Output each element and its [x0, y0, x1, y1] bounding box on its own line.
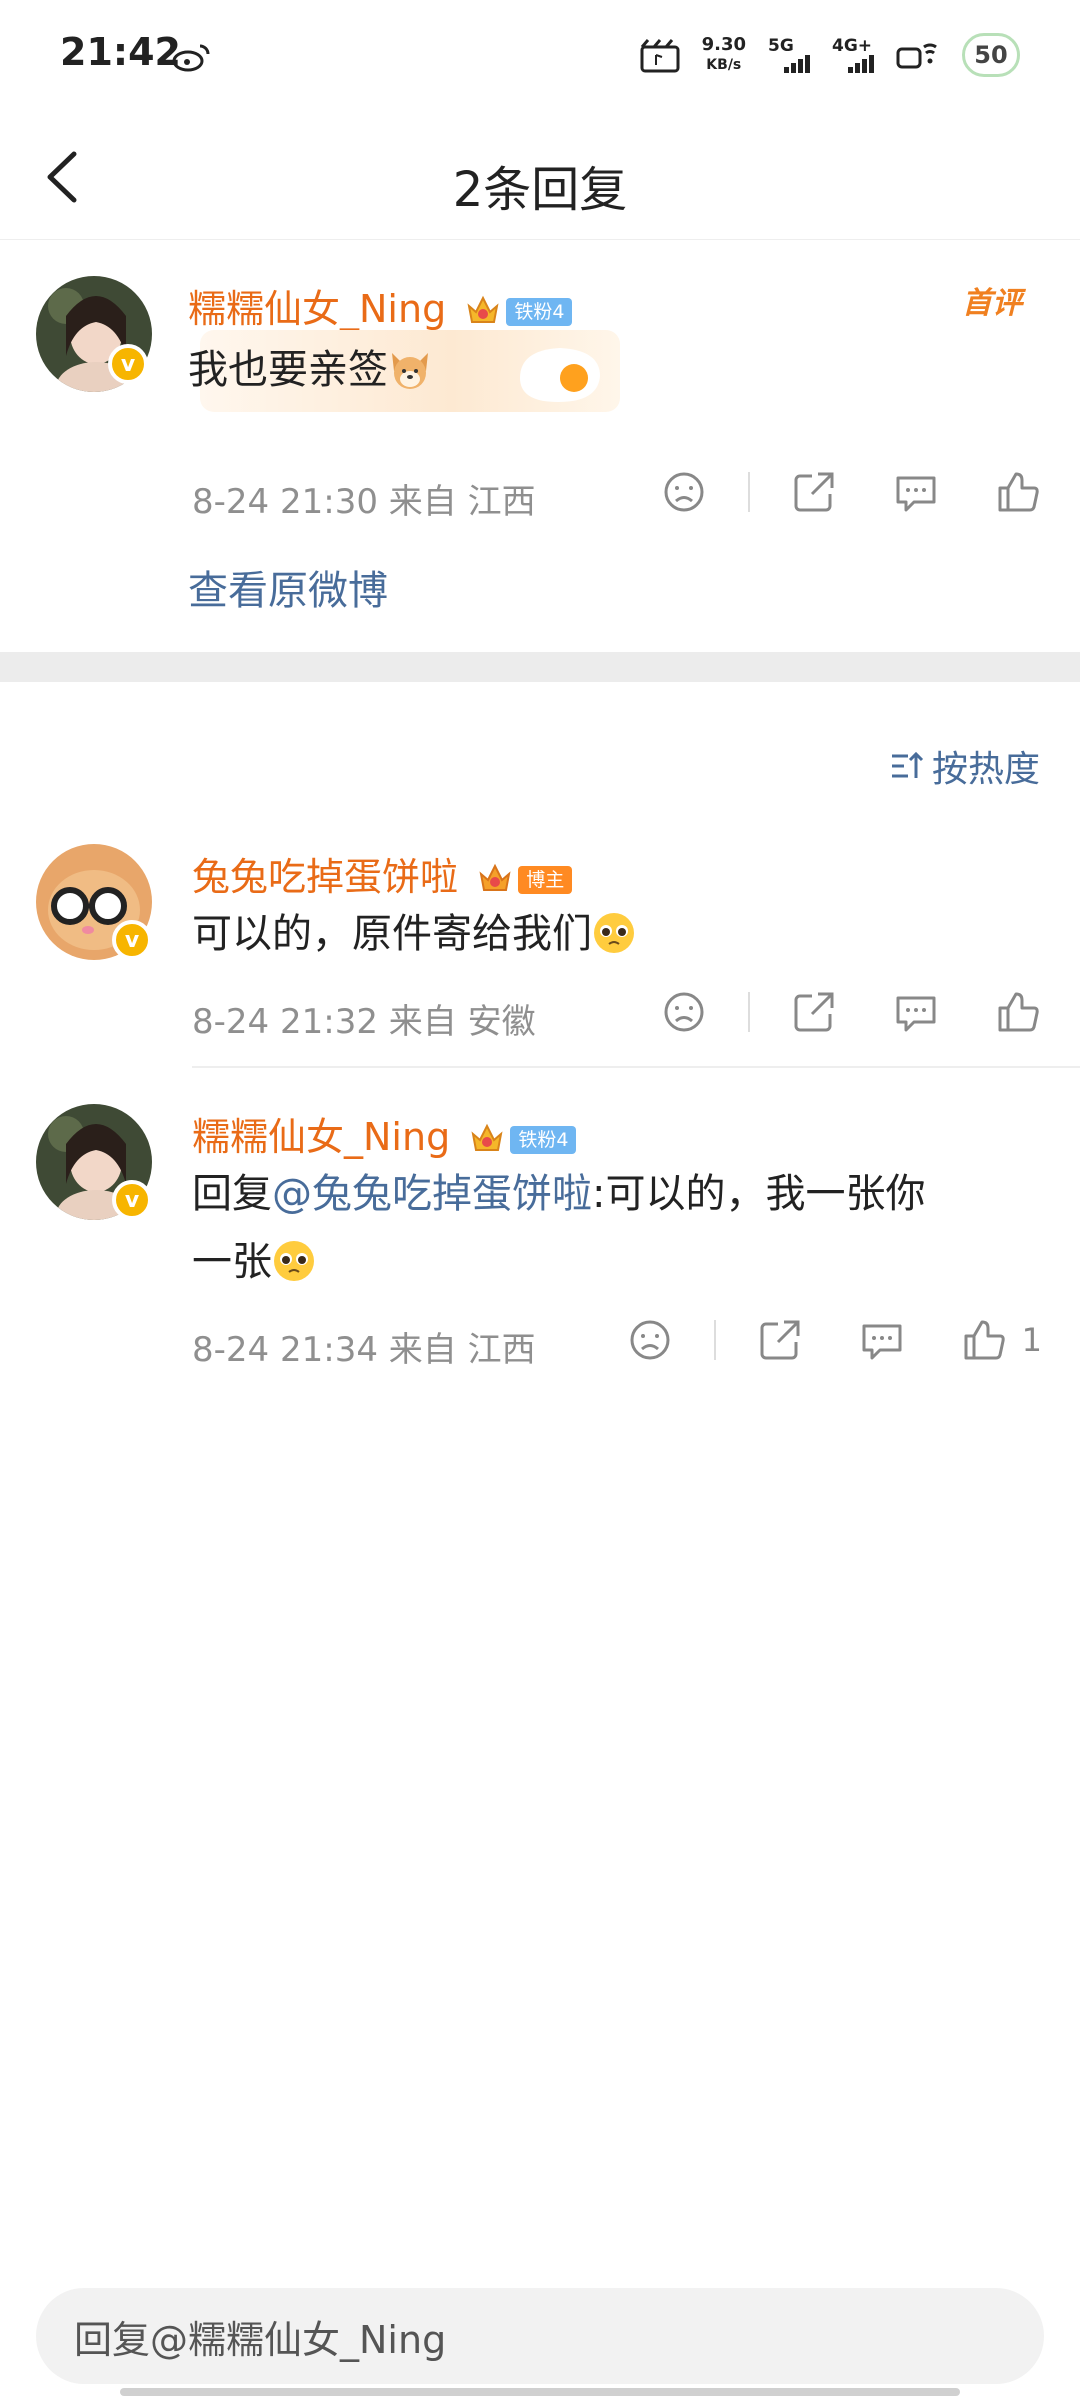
battery-level: 50 [974, 41, 1008, 69]
share-icon[interactable] [790, 988, 838, 1036]
gesture-nav-bar[interactable] [120, 2388, 960, 2396]
reply-prefix: 回复 [192, 1171, 272, 1217]
fan-level-badge: 铁粉4 [510, 1126, 577, 1154]
like-icon[interactable] [994, 988, 1042, 1036]
section-divider [0, 652, 1080, 682]
timestamp-location: 8-24 21:32 来自 安徽 [192, 1002, 536, 1042]
original-comment: v 糯糯仙女_Ning 铁粉4 首评 我也要亲签 8-24 21:30 来自 江… [0, 240, 1080, 652]
battery-indicator: 50 [962, 33, 1020, 77]
net-speed: 9.30 KB/s [702, 35, 746, 75]
comment-icon[interactable] [858, 1316, 906, 1364]
status-bar: 21:42 9.30 KB/s 5G 4G+ 50 [0, 0, 1080, 110]
reply-meta-row: 8-24 21:34 来自 江西 1 [192, 1314, 1042, 1370]
reply-item: v 糯糯仙女_Ning 铁粉4 回复@兔兔吃掉蛋饼啦:可以的，我一张你 一张 8… [0, 1096, 1080, 1386]
net-speed-unit: KB/s [706, 57, 742, 73]
verified-badge-icon: v [108, 344, 148, 384]
username-text: 糯糯仙女_Ning [188, 287, 447, 331]
reply-input-placeholder: 回复@糯糯仙女_Ning [74, 2317, 447, 2362]
reply-username[interactable]: 糯糯仙女_Ning 铁粉4 [192, 1106, 577, 1161]
reply-content: 回复@兔兔吃掉蛋饼啦:可以的，我一张你 一张 [192, 1160, 1042, 1296]
status-time: 21:42 [60, 30, 181, 74]
like-icon[interactable] [960, 1316, 1008, 1364]
original-username[interactable]: 糯糯仙女_Ning 铁粉4 [188, 278, 573, 333]
clapper-icon [640, 39, 680, 73]
reply-item: v 兔兔吃掉蛋饼啦 博主 可以的，原件寄给我们 8-24 21:32 来自 安徽 [0, 836, 1080, 1068]
wifi-icon [896, 43, 937, 69]
sort-toggle[interactable]: 按热度 [888, 740, 1040, 792]
reply-username[interactable]: 兔兔吃掉蛋饼啦 博主 [192, 846, 573, 901]
pleading-face-emoji-icon [594, 913, 634, 953]
crown-icon [467, 295, 499, 323]
net-speed-value: 9.30 [701, 34, 746, 55]
dislike-face-icon[interactable] [660, 988, 708, 1036]
username-text: 糯糯仙女_Ning [192, 1115, 451, 1159]
reply-content-line1: 回复@兔兔吃掉蛋饼啦:可以的，我一张你 [192, 1160, 1042, 1228]
blogger-badge: 博主 [518, 866, 573, 894]
dog-emoji-icon [392, 353, 428, 389]
divider [748, 992, 750, 1032]
reply-separator [192, 1066, 1080, 1068]
like-icon[interactable] [994, 468, 1042, 516]
share-icon[interactable] [756, 1316, 804, 1364]
pleading-face-emoji-icon [274, 1241, 314, 1281]
comment-icon[interactable] [892, 468, 940, 516]
content-text: 一张 [192, 1239, 272, 1285]
content-text: :可以的，我一张你 [592, 1171, 926, 1217]
sim1-signal: 5G [768, 37, 810, 73]
comment-icon[interactable] [892, 988, 940, 1036]
divider [713, 1320, 716, 1360]
signal-bars-icon [848, 55, 874, 73]
crown-icon [479, 863, 511, 891]
sort-icon [891, 751, 924, 778]
reply-content: 可以的，原件寄给我们 [192, 900, 636, 968]
first-comment-tag: 首评 [962, 286, 1022, 321]
reply-input[interactable]: 回复@糯糯仙女_Ning [36, 2288, 1044, 2384]
verified-badge-icon: v [112, 1180, 152, 1220]
username-text: 兔兔吃掉蛋饼啦 [192, 855, 459, 899]
content-text: 我也要亲签 [188, 347, 388, 393]
content-text: 可以的，原件寄给我们 [192, 911, 592, 957]
sim1-label: 5G [768, 36, 794, 56]
dislike-face-icon[interactable] [626, 1316, 674, 1364]
page-header: 2条回复 [0, 120, 1080, 240]
crown-icon [471, 1123, 503, 1151]
fan-level-badge: 铁粉4 [506, 298, 573, 326]
verified-badge-icon: v [112, 920, 152, 960]
action-bar [660, 466, 1042, 518]
reply-meta-row: 8-24 21:32 来自 安徽 [192, 986, 1042, 1042]
signal-bars-icon [784, 55, 810, 73]
like-count: 1 [1021, 1321, 1042, 1359]
view-original-link[interactable]: 查看原微博 [188, 558, 388, 616]
divider [748, 472, 750, 512]
share-icon[interactable] [790, 468, 838, 516]
sim2-signal: 4G+ [832, 37, 874, 73]
original-meta-row: 8-24 21:30 来自 江西 [192, 466, 1042, 522]
status-icons: 9.30 KB/s 5G 4G+ 50 [640, 30, 1020, 80]
mention-link[interactable]: @兔兔吃掉蛋饼啦 [272, 1171, 592, 1217]
weibo-notification-icon [172, 44, 210, 72]
action-bar [660, 986, 1042, 1038]
original-content: 我也要亲签 [188, 336, 432, 404]
page-title: 2条回复 [452, 162, 628, 218]
timestamp-location: 8-24 21:30 来自 江西 [192, 482, 536, 522]
fried-egg-decoration-icon [520, 348, 600, 402]
timestamp-location: 8-24 21:34 来自 江西 [192, 1330, 536, 1370]
action-bar: 1 [626, 1314, 1042, 1366]
reply-content-line2: 一张 [192, 1228, 1042, 1296]
dislike-face-icon[interactable] [660, 468, 708, 516]
sim2-label: 4G+ [832, 36, 873, 56]
sort-label: 按热度 [931, 749, 1040, 790]
